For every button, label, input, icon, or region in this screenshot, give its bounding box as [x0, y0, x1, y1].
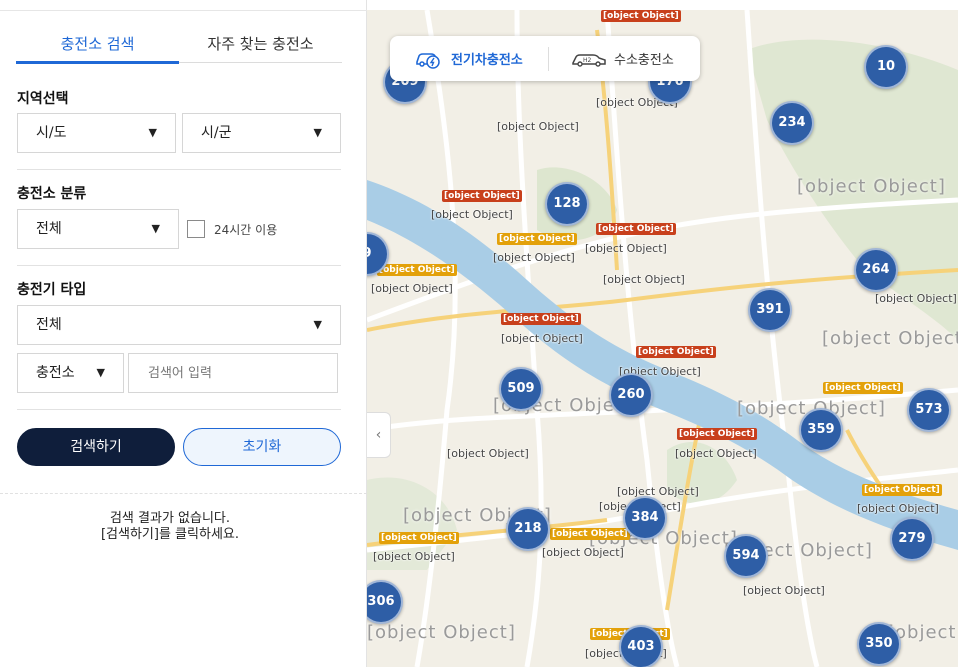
category-select-value: 전체 [36, 221, 62, 237]
map-label: [object Object] [373, 550, 455, 563]
chevron-down-icon: ▼ [313, 318, 322, 331]
chevron-down-icon: ▼ [96, 366, 105, 379]
map-label: [object Object] [875, 292, 957, 305]
divider [17, 265, 341, 266]
empty-result-line-1: 검색 결과가 없습니다. [109, 511, 231, 526]
results-divider [0, 493, 367, 494]
district-label: [object Object] [367, 622, 516, 643]
sido-select-value: 시/도 [36, 125, 67, 141]
station-cluster[interactable]: 359 [799, 408, 843, 452]
ev-station-label: 전기차충전소 [451, 53, 523, 68]
ev-station-toggle[interactable]: 전기차충전소 [390, 36, 548, 81]
map-label: [object Object] [617, 485, 699, 498]
search-panel: 충전소 검색 자주 찾는 충전소 지역선택 시/도 ▼ 시/군 ▼ 충전소 분류… [0, 0, 367, 667]
station-type-toggle: 전기차충전소 H2 수소충전소 [390, 36, 700, 81]
charger-type-title: 충전기 타입 [17, 282, 87, 298]
ic-badge: [object Object] [497, 233, 577, 245]
sigun-select[interactable]: 시/군 ▼ [182, 113, 341, 153]
jc-badge: [object Object] [596, 223, 676, 235]
chevron-down-icon: ▼ [313, 126, 322, 139]
map-label: [object Object] [497, 120, 579, 133]
sigun-select-value: 시/군 [201, 125, 232, 141]
hydrogen-car-icon: H2 [572, 53, 606, 67]
empty-result-line-2: [검색하기]를 클릭하세요. [100, 527, 239, 542]
keyword-input[interactable] [128, 353, 338, 393]
map-label: [object Object] [493, 251, 575, 264]
station-cluster[interactable]: 260 [609, 373, 653, 417]
sido-select[interactable]: 시/도 ▼ [17, 113, 176, 153]
station-cluster[interactable]: 10 [864, 45, 908, 89]
hydrogen-station-label: 수소충전소 [614, 53, 674, 68]
jc-badge: [object Object] [601, 10, 681, 22]
jc-badge: [object Object] [442, 190, 522, 202]
station-cluster[interactable]: 573 [907, 388, 951, 432]
ic-badge: [object Object] [377, 264, 457, 276]
charger-type-select[interactable]: 전체 ▼ [17, 305, 341, 345]
station-cluster[interactable]: 509 [499, 367, 543, 411]
divider [17, 169, 341, 170]
charger-type-select-value: 전체 [36, 317, 62, 333]
search-button[interactable]: 검색하기 [17, 428, 175, 466]
chevron-down-icon: ▼ [148, 126, 157, 139]
ic-badge: [object Object] [862, 484, 942, 496]
jc-badge: [object Object] [501, 313, 581, 325]
hydrogen-station-toggle[interactable]: H2 수소충전소 [549, 36, 674, 81]
panel-tabs: 충전소 검색 자주 찾는 충전소 [16, 30, 342, 64]
jc-badge: [object Object] [677, 428, 757, 440]
district-label: [object Object] [822, 328, 958, 349]
category-select[interactable]: 전체 ▼ [17, 209, 179, 249]
ic-badge: [object Object] [379, 532, 459, 544]
map-label: [object Object] [743, 584, 825, 597]
station-cluster[interactable]: 384 [623, 496, 667, 540]
station-cluster[interactable]: 279 [890, 517, 934, 561]
map-label: [object Object] [585, 242, 667, 255]
district-label: [object Object] [797, 176, 946, 197]
map-label: [object Object] [371, 282, 453, 295]
divider [17, 409, 341, 410]
station-cluster[interactable]: 264 [854, 248, 898, 292]
station-cluster[interactable]: 403 [619, 625, 663, 667]
region-title: 지역선택 [17, 91, 69, 107]
chevron-down-icon: ▼ [151, 222, 160, 235]
station-cluster[interactable]: 594 [724, 534, 768, 578]
station-cluster[interactable]: 218 [506, 507, 550, 551]
ev-car-icon [416, 52, 440, 69]
station-cluster[interactable]: 128 [545, 182, 589, 226]
station-cluster[interactable]: 391 [748, 288, 792, 332]
tab-station-search[interactable]: 충전소 검색 [16, 30, 179, 64]
map-label: [object Object] [447, 447, 529, 460]
map-label: [object Object] [675, 447, 757, 460]
ic-badge: [object Object] [823, 382, 903, 394]
tab-favorite-stations[interactable]: 자주 찾는 충전소 [179, 30, 342, 62]
jc-badge: [object Object] [636, 346, 716, 358]
map-view[interactable]: [object Object] [object Object] [object … [367, 10, 958, 667]
search-scope-value: 충전소 [36, 365, 75, 381]
map-label: [object Object] [431, 208, 513, 221]
svg-text:H2: H2 [583, 57, 592, 64]
empty-result-message: 검색 결과가 없습니다. [검색하기]를 클릭하세요. [0, 511, 340, 543]
24h-checkbox[interactable]: 24시간 이용 [187, 220, 277, 238]
chevron-left-icon: ‹ [375, 427, 382, 443]
24h-checkbox-label: 24시간 이용 [214, 222, 278, 237]
search-scope-select[interactable]: 충전소 ▼ [17, 353, 124, 393]
map-label: [object Object] [857, 502, 939, 515]
station-cluster[interactable]: 350 [857, 622, 901, 666]
checkbox-box[interactable] [187, 220, 205, 238]
category-title: 충전소 분류 [17, 186, 87, 202]
map-label: [object Object] [603, 273, 685, 286]
ic-badge: [object Object] [550, 528, 630, 540]
station-cluster[interactable]: 234 [770, 101, 814, 145]
top-divider [0, 10, 367, 11]
reset-button[interactable]: 초기화 [183, 428, 341, 466]
collapse-panel-button[interactable]: ‹ [367, 412, 391, 458]
map-label: [object Object] [501, 332, 583, 345]
